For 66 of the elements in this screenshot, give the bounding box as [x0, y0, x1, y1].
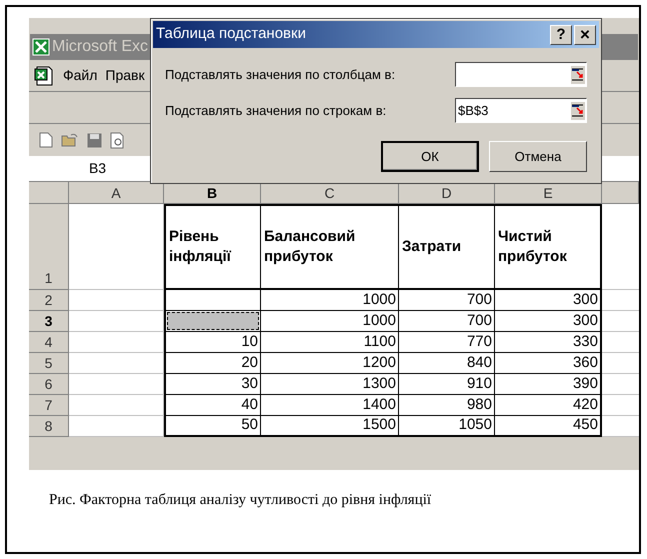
- column-header[interactable]: C: [261, 182, 399, 204]
- field-label: Подставлять значения по строкам в:: [165, 102, 386, 120]
- dialog-button[interactable]: ОК: [381, 141, 479, 172]
- column-header[interactable]: A: [69, 182, 164, 204]
- table-cell: 1000: [261, 311, 399, 332]
- row-header[interactable]: 8: [29, 416, 69, 437]
- collapse-dialog-icon[interactable]: [571, 66, 585, 84]
- table-cell: 300: [495, 290, 602, 311]
- select-all-corner[interactable]: [29, 182, 69, 204]
- table-cell: 1000: [261, 290, 399, 311]
- table-cell: 700: [399, 290, 495, 311]
- table-cell: 450: [495, 416, 602, 437]
- table-cell: 20: [164, 353, 261, 374]
- column-heading: Рівень інфляції: [164, 204, 261, 290]
- row-header[interactable]: 5: [29, 353, 69, 374]
- table-cell: 1500: [261, 416, 399, 437]
- table-cell: 50: [164, 416, 261, 437]
- table-cell: 10: [164, 332, 261, 353]
- new-document-icon[interactable]: [39, 132, 53, 148]
- table-cell: 40: [164, 395, 261, 416]
- column-header[interactable]: B: [164, 182, 261, 204]
- column-header[interactable]: [602, 182, 639, 204]
- table-cell: 360: [495, 353, 602, 374]
- column-heading: Чистий прибуток: [495, 204, 602, 290]
- menu-item[interactable]: Файл: [63, 65, 98, 86]
- close-button[interactable]: ×: [574, 24, 596, 44]
- row-header[interactable]: 6: [29, 374, 69, 395]
- table-cell: 980: [399, 395, 495, 416]
- table-cell: 1400: [261, 395, 399, 416]
- table-cell: 330: [495, 332, 602, 353]
- dialog-button[interactable]: Отмена: [489, 141, 587, 172]
- spreadsheet-document-icon[interactable]: [33, 64, 55, 86]
- reference-field[interactable]: $B$3: [455, 98, 587, 123]
- field-label: Подставлять значения по столбцам в:: [165, 66, 396, 84]
- row-header[interactable]: 2: [29, 290, 69, 311]
- dialog-title: Таблица подстановки: [156, 24, 306, 44]
- row-header[interactable]: 4: [29, 332, 69, 353]
- column-heading: Затрати: [399, 204, 495, 290]
- reference-field[interactable]: [455, 62, 587, 87]
- window-title: Microsoft Exc: [52, 37, 148, 57]
- row-header[interactable]: 3: [29, 311, 69, 332]
- column-heading: Балансовий прибуток: [261, 204, 399, 290]
- open-folder-icon[interactable]: [61, 133, 79, 147]
- table-cell: 700: [399, 311, 495, 332]
- table-cell: 770: [399, 332, 495, 353]
- table-cell: 840: [399, 353, 495, 374]
- table-cell: 1100: [261, 332, 399, 353]
- figure-caption: Рис. Факторна таблиця аналізу чутливості до рівня інфляції: [49, 491, 432, 510]
- save-icon[interactable]: [87, 132, 102, 148]
- print-preview-icon[interactable]: [110, 132, 126, 148]
- table-cell: 1300: [261, 374, 399, 395]
- help-button[interactable]: ?: [550, 24, 572, 44]
- row-header[interactable]: 1: [29, 204, 69, 290]
- table-cell: 1200: [261, 353, 399, 374]
- menu-item[interactable]: Правк: [105, 65, 145, 86]
- table-cell: 420: [495, 395, 602, 416]
- row-header[interactable]: 7: [29, 395, 69, 416]
- table-cell: 30: [164, 374, 261, 395]
- table-cell: 1050: [399, 416, 495, 437]
- column-header[interactable]: E: [495, 182, 602, 204]
- table-cell: 390: [495, 374, 602, 395]
- column-header[interactable]: D: [399, 182, 495, 204]
- table-cell: 910: [399, 374, 495, 395]
- spreadsheet-icon: [32, 38, 50, 56]
- table-cell: 300: [495, 311, 602, 332]
- collapse-dialog-icon[interactable]: [571, 102, 585, 120]
